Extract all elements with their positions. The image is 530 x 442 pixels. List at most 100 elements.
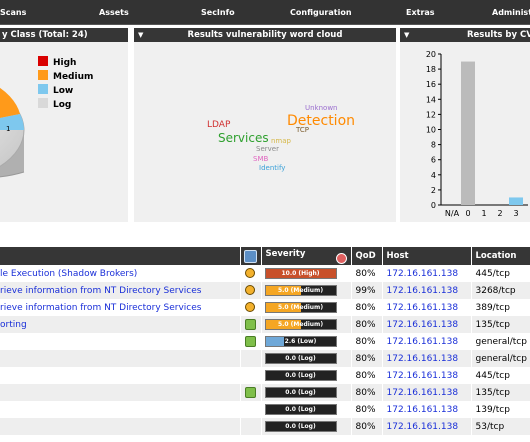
cloud-word-smb[interactable]: SMB	[253, 156, 268, 163]
workaround-icon	[244, 387, 256, 398]
host-link[interactable]: 172.16.161.138	[387, 405, 459, 415]
host-cell[interactable]: 172.16.161.138	[382, 316, 472, 333]
location-cell: 445/tcp	[471, 265, 530, 282]
cloud-word-server[interactable]: Server	[256, 146, 279, 153]
cloud-word-ldap[interactable]: LDAP	[207, 121, 230, 130]
vulnerability-cell[interactable]: rieve information from NT Directory Serv…	[0, 299, 241, 316]
vulnerability-link[interactable]: rieve information from NT Directory Serv…	[0, 286, 201, 296]
vulnerability-cell[interactable]	[0, 401, 241, 418]
header-severity[interactable]: Severity	[261, 247, 352, 265]
host-cell[interactable]: 172.16.161.138	[382, 282, 472, 299]
header-solution-type[interactable]	[240, 247, 262, 265]
vulnerability-cell[interactable]: rieve information from NT Directory Serv…	[0, 282, 241, 299]
solution-type-cell	[240, 316, 262, 333]
cloud-word-services[interactable]: Services	[218, 132, 269, 144]
vulnerability-cell[interactable]	[0, 367, 241, 384]
qod-cell: 80%	[351, 367, 383, 384]
header-host[interactable]: Host	[382, 247, 472, 265]
table-row[interactable]: 0.0 (Log) 80% 172.16.161.138 139/tcp	[0, 401, 530, 418]
vulnerability-link[interactable]: le Execution (Shadow Brokers)	[0, 269, 137, 279]
host-link[interactable]: 172.16.161.138	[387, 286, 459, 296]
severity-bar-label: 2.6 (Low)	[284, 338, 317, 345]
severity-bar-label: 0.0 (Log)	[285, 406, 316, 413]
nav-administration[interactable]: Administr	[492, 0, 530, 24]
host-cell[interactable]: 172.16.161.138	[382, 401, 472, 418]
nav-extras[interactable]: Extras	[406, 0, 435, 24]
location-cell: general/tcp	[471, 333, 530, 350]
host-cell[interactable]: 172.16.161.138	[382, 265, 472, 282]
host-link[interactable]: 172.16.161.138	[387, 269, 459, 279]
table-row[interactable]: orting 5.0 (Medium) 80% 172.16.161.138 135/t…	[0, 316, 530, 333]
severity-cell: 0.0 (Log)	[261, 401, 352, 418]
wordcloud-panel-header: ▼ Results vulnerability word cloud	[134, 28, 396, 42]
header-location[interactable]: Location	[471, 247, 530, 265]
vulnerability-cell[interactable]	[0, 418, 241, 435]
host-cell[interactable]: 172.16.161.138	[382, 299, 472, 316]
solution-type-cell	[240, 282, 262, 299]
table-row[interactable]: 0.0 (Log) 80% 172.16.161.138 445/tcp	[0, 367, 530, 384]
header-qod[interactable]: QoD	[351, 247, 383, 265]
table-row[interactable]: rieve information from NT Directory Serv…	[0, 282, 530, 299]
severity-panel-title: y Class (Total: 24)	[2, 30, 88, 40]
cloud-word-identify[interactable]: Identify	[259, 165, 285, 172]
qod-cell: 80%	[351, 265, 383, 282]
bar-0[interactable]	[461, 61, 475, 205]
legend-medium-swatch	[38, 70, 48, 80]
host-link[interactable]: 172.16.161.138	[387, 388, 459, 398]
top-navigation: Scans Assets SecInfo Configuration Extra…	[0, 0, 530, 25]
y-tick-label: 14	[426, 95, 436, 104]
host-link[interactable]: 172.16.161.138	[387, 371, 459, 381]
severity-cell: 5.0 (Medium)	[261, 299, 352, 316]
cloud-word-unknown[interactable]: Unknown	[305, 105, 338, 112]
legend-high: High	[38, 56, 76, 68]
host-cell[interactable]: 172.16.161.138	[382, 367, 472, 384]
severity-cell: 2.6 (Low)	[261, 333, 352, 350]
table-row[interactable]: le Execution (Shadow Brokers) 10.0 (High)…	[0, 265, 530, 282]
vulnerability-cell[interactable]	[0, 384, 241, 401]
nav-scans[interactable]: Scans	[0, 0, 26, 24]
nav-assets[interactable]: Assets	[99, 0, 129, 24]
cloud-word-tcp[interactable]: TCP	[296, 127, 309, 134]
cloud-word-nmap[interactable]: nmap	[271, 138, 291, 145]
host-cell[interactable]: 172.16.161.138	[382, 384, 472, 401]
bar-3[interactable]	[509, 197, 523, 205]
vendorfix-icon	[244, 302, 255, 313]
vulnerability-link[interactable]: orting	[0, 320, 27, 330]
table-row[interactable]: 0.0 (Log) 80% 172.16.161.138 general/tcp	[0, 350, 530, 367]
qod-cell: 99%	[351, 282, 383, 299]
severity-cell: 0.0 (Log)	[261, 384, 352, 401]
host-link[interactable]: 172.16.161.138	[387, 303, 459, 313]
table-row[interactable]: rieve information from NT Directory Serv…	[0, 299, 530, 316]
sort-icon[interactable]	[335, 252, 347, 264]
nav-configuration[interactable]: Configuration	[290, 0, 352, 24]
severity-bar: 0.0 (Log)	[264, 370, 337, 381]
host-link[interactable]: 172.16.161.138	[387, 354, 459, 364]
y-tick-label: 8	[431, 141, 436, 150]
location-cell: 139/tcp	[471, 401, 530, 418]
qod-cell: 80%	[351, 418, 383, 435]
cvss-collapse-arrow-icon[interactable]: ▼	[404, 28, 409, 42]
header-vulnerability[interactable]	[0, 247, 241, 265]
location-cell: 3268/tcp	[471, 282, 530, 299]
vulnerability-cell[interactable]	[0, 333, 241, 350]
vulnerability-cell[interactable]: orting	[0, 316, 241, 333]
workaround-icon	[244, 336, 256, 347]
host-link[interactable]: 172.16.161.138	[387, 337, 459, 347]
host-link[interactable]: 172.16.161.138	[387, 422, 459, 432]
table-row[interactable]: 0.0 (Log) 80% 172.16.161.138 135/tcp	[0, 384, 530, 401]
table-row[interactable]: 2.6 (Low) 80% 172.16.161.138 general/tcp	[0, 333, 530, 350]
vulnerability-cell[interactable]	[0, 350, 241, 367]
host-cell[interactable]: 172.16.161.138	[382, 333, 472, 350]
location-cell: 135/tcp	[471, 384, 530, 401]
vulnerability-link[interactable]: rieve information from NT Directory Serv…	[0, 303, 201, 313]
vulnerability-cell[interactable]: le Execution (Shadow Brokers)	[0, 265, 241, 282]
host-link[interactable]: 172.16.161.138	[387, 320, 459, 330]
host-cell[interactable]: 172.16.161.138	[382, 350, 472, 367]
legend-medium: Medium	[38, 70, 93, 82]
severity-bar: 0.0 (Log)	[264, 387, 337, 398]
solution-type-cell	[240, 367, 262, 384]
table-row[interactable]: 0.0 (Log) 80% 172.16.161.138 53/tcp	[0, 418, 530, 435]
host-cell[interactable]: 172.16.161.138	[382, 418, 472, 435]
collapse-arrow-icon[interactable]: ▼	[138, 28, 143, 42]
nav-secinfo[interactable]: SecInfo	[201, 0, 235, 24]
